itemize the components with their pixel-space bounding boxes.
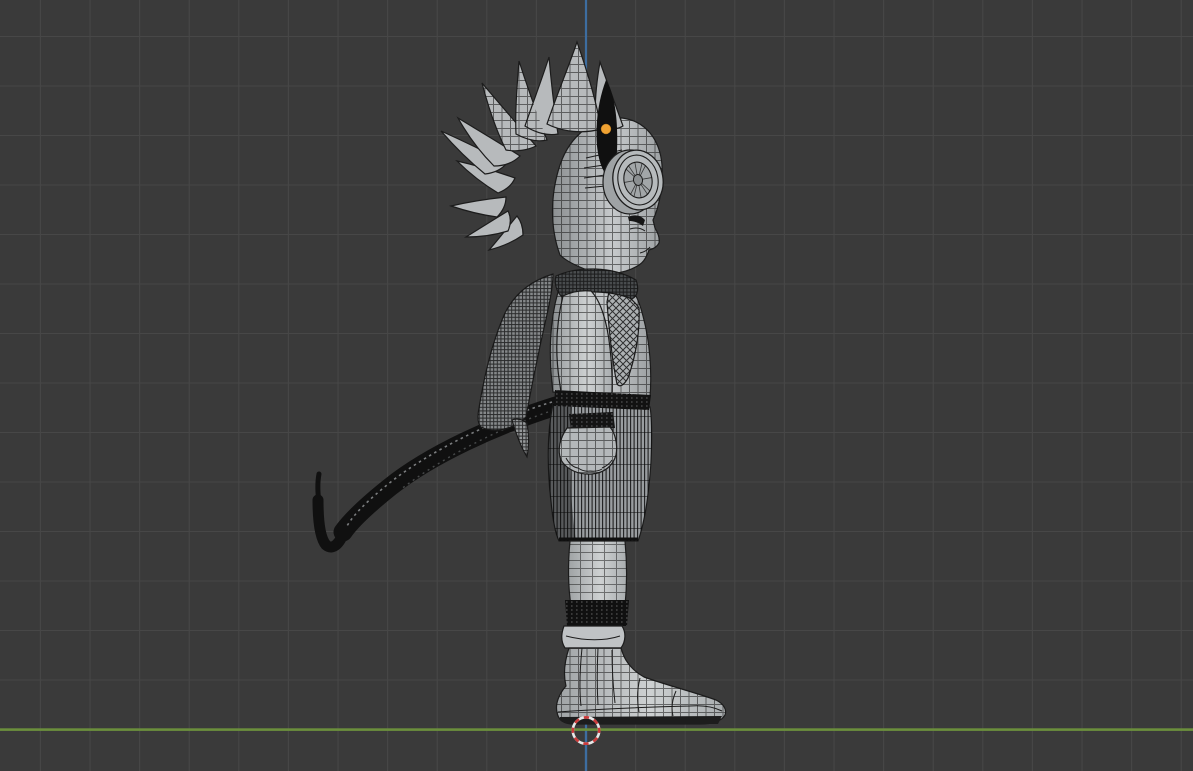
y-axis-floor-line xyxy=(0,728,1193,731)
viewport-canvas[interactable] xyxy=(0,0,1193,771)
object-origin-point xyxy=(600,123,612,135)
z-axis-line-top xyxy=(584,0,588,75)
ankle-band[interactable] xyxy=(565,600,629,626)
leg[interactable] xyxy=(568,540,628,607)
blender-3d-viewport[interactable] xyxy=(0,0,1193,771)
z-axis-below-floor xyxy=(584,731,588,771)
